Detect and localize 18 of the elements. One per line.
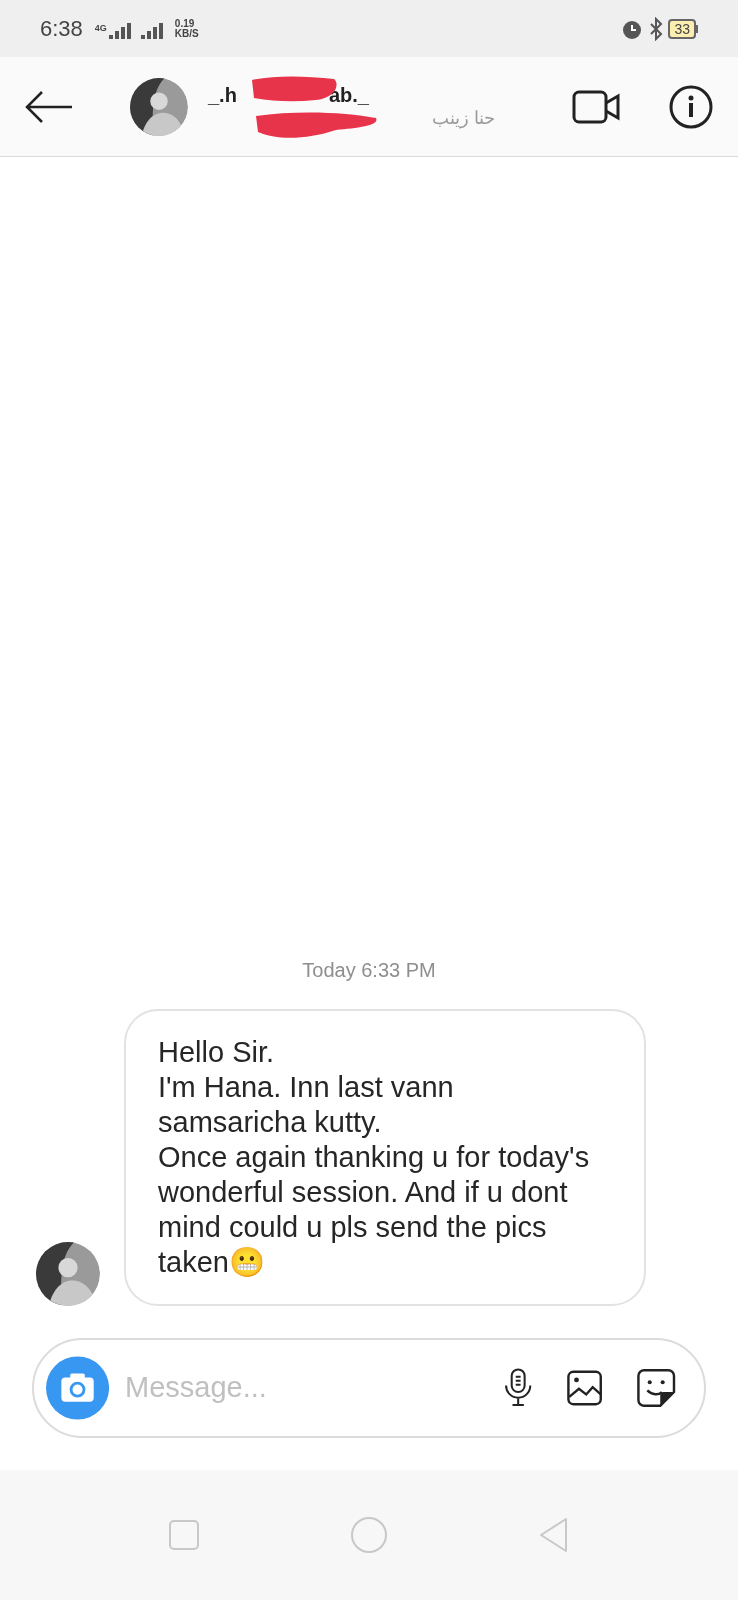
speed-unit: KB/S	[174, 28, 199, 39]
back-icon[interactable]	[24, 88, 74, 125]
message-input[interactable]: Message...	[125, 1366, 503, 1410]
username-fragment: ab._	[328, 82, 369, 108]
speed-value: 0.19	[174, 18, 196, 29]
timestamp: Today 6:33 PM	[302, 958, 436, 983]
message-text: Hello Sir. I'm Hana. Inn last vann samsaricha kutty. Once again thanking u for today's wonderful session. And if u dont mind could u pls send the pics taken😬	[158, 1035, 591, 1280]
network-type: 4G	[94, 21, 107, 35]
username-fragment: _.h	[208, 82, 237, 108]
message-composer[interactable]: Message...	[32, 1338, 706, 1438]
arabic-name: حنا زينب	[432, 107, 495, 131]
info-icon[interactable]	[668, 83, 714, 130]
bluetooth-icon	[648, 16, 665, 41]
battery-level: 33	[668, 18, 696, 39]
avatar[interactable]	[130, 77, 188, 136]
clock: 6:38	[40, 15, 83, 43]
avatar[interactable]	[36, 1242, 100, 1306]
video-call-icon[interactable]	[572, 88, 622, 125]
